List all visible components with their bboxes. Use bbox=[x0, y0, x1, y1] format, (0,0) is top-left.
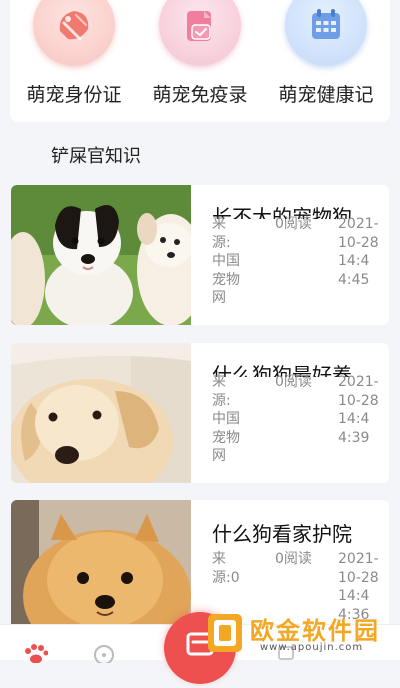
watermark-logo-icon bbox=[206, 610, 244, 660]
category-label: 萌宠免疫录 bbox=[152, 84, 248, 106]
article-card[interactable]: 长不大的宠物狗 来源:中国宠物网 0阅读 2021-10-28 14:44:45 bbox=[11, 185, 389, 325]
article-title: 什么狗看家护院 bbox=[212, 522, 352, 546]
health-calendar-icon bbox=[285, 0, 367, 66]
article-card[interactable]: 什么狗狗最好养 来源:中国宠物网 0阅读 2021-10-28 14:44:39 bbox=[11, 343, 389, 483]
article-reads: 0阅读 bbox=[275, 216, 312, 232]
article-reads: 0阅读 bbox=[275, 374, 312, 390]
article-reads: 0阅读 bbox=[275, 551, 312, 567]
category-immunization[interactable]: 萌宠免疫录 bbox=[137, 0, 263, 122]
category-pet-id[interactable]: 萌宠身份证 bbox=[11, 0, 137, 122]
watermark-url: www.apoujin.com bbox=[260, 642, 364, 653]
tab-discover-icon[interactable] bbox=[92, 643, 116, 667]
section-title: 铲屎官知识 bbox=[51, 146, 141, 167]
article-source: 来源:0 bbox=[212, 551, 240, 586]
category-card: 萌宠身份证 萌宠免疫录 萌宠健康记 bbox=[10, 0, 390, 122]
article-time: 2021-10-28 14:44:39 bbox=[338, 374, 379, 446]
id-card-icon bbox=[33, 0, 115, 66]
tab-home-paw-icon[interactable] bbox=[22, 643, 49, 667]
category-health[interactable]: 萌宠健康记 bbox=[263, 0, 389, 122]
category-label: 萌宠身份证 bbox=[26, 84, 122, 106]
article-source: 来源:中国宠物网 bbox=[212, 216, 240, 306]
golden-retriever-photo bbox=[11, 343, 191, 483]
article-time: 2021-10-28 14:44:45 bbox=[338, 216, 379, 288]
watermark-text: 欧金软件园 bbox=[250, 617, 380, 645]
vaccine-record-icon bbox=[159, 0, 241, 66]
site-watermark: 欧金软件园 www.apoujin.com bbox=[200, 608, 400, 660]
category-label: 萌宠健康记 bbox=[278, 84, 374, 106]
article-source: 来源:中国宠物网 bbox=[212, 374, 240, 464]
puppies-photo bbox=[11, 185, 191, 325]
